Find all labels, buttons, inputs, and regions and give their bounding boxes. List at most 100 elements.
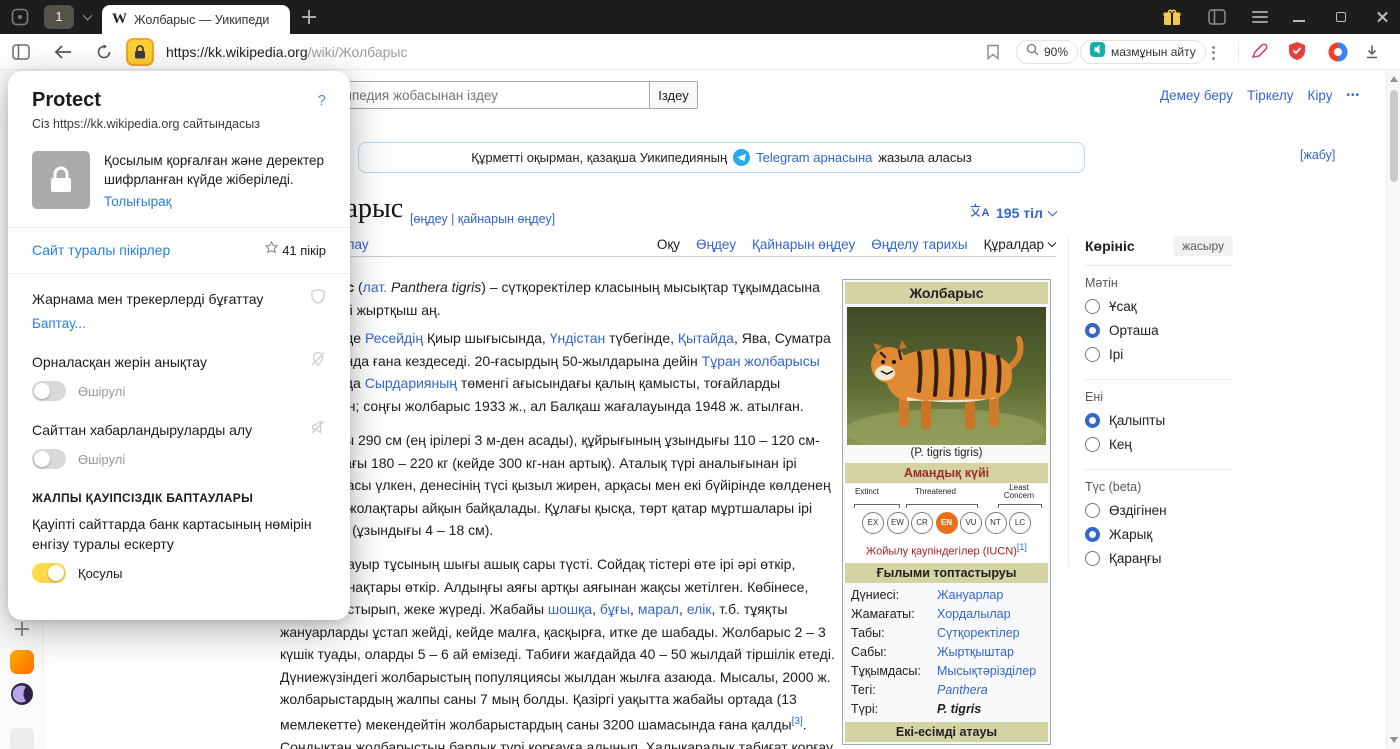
status-bracket (998, 504, 1042, 508)
download-icon[interactable] (1364, 44, 1380, 65)
text-size-option-large[interactable]: Ірі (1085, 347, 1233, 362)
taxonomy-row: Сабы: Жыртқыштар (851, 645, 1014, 660)
donate-link[interactable]: Демеу беру (1160, 88, 1233, 103)
article-paragraph: Төсі мен бауыр тұсының шығы ашық сары тү… (280, 556, 835, 749)
reviews-count: 41 пікір (282, 242, 326, 258)
bookmark-flag-icon[interactable] (986, 44, 1000, 65)
tab-edit[interactable]: Өңдеу (696, 237, 736, 252)
appearance-color-section: Түс (beta) Өздігінен Жарық Қараңғы (1085, 469, 1233, 583)
side-panels-icon[interactable] (12, 44, 30, 65)
tab-groups-icon[interactable] (10, 7, 30, 32)
divider (8, 227, 350, 228)
tab-history[interactable]: Өңделу тарихы (871, 237, 967, 252)
status-label-extinct: Extinct (855, 487, 880, 496)
conservation-graphic: Extinct Threatened Least Concern EX EW C… (845, 484, 1048, 540)
appearance-hide-button[interactable]: жасыру (1173, 236, 1233, 256)
lock-tile (32, 151, 90, 209)
color-option-dark[interactable]: Қараңғы (1085, 551, 1233, 566)
taxobox-title: Жолбарыс (845, 282, 1048, 304)
protect-site-line: Сіз https://kk.wikipedia.org сайтындасыз (32, 117, 260, 131)
notifications-disabled-icon (310, 419, 326, 440)
text-size-label: Мәтін (1085, 276, 1118, 290)
radio-icon-selected (1085, 527, 1100, 542)
adblock-title: Жарнама мен трекерлерді бұғаттау (32, 290, 264, 307)
login-link[interactable]: Кіру (1307, 88, 1332, 103)
iucn-code: EX (862, 512, 884, 534)
register-link[interactable]: Тіркелу (1247, 88, 1294, 103)
content-tabs-border (280, 256, 1056, 257)
language-selector[interactable]: A 195 тіл (970, 203, 1058, 223)
site-reviews-link[interactable]: Сайт туралы пікірлер (32, 242, 170, 258)
service-icon-purple[interactable] (10, 682, 34, 711)
article-paragraph: Дене тұрқы 290 см (ең ірілері 3 м-ден ас… (280, 432, 831, 538)
user-menu-icon[interactable]: ••• (1346, 90, 1360, 101)
iucn-code: LC (1009, 512, 1031, 534)
magnifier-icon (1026, 43, 1039, 61)
wiki-search-button[interactable]: Іздеу (649, 81, 698, 109)
url-field[interactable]: https://kk.wikipedia.org/wiki/Жолбарыс (166, 34, 407, 70)
radio-icon-selected (1085, 323, 1100, 338)
banner-close-link[interactable]: [жабу] (1300, 148, 1335, 162)
connection-secure-text: Қосылым қорғалған және деректер шифрланғ… (104, 153, 325, 187)
tab-tools[interactable]: Құралдар (984, 237, 1057, 252)
url-more-icon[interactable] (1208, 43, 1218, 62)
width-option-wide[interactable]: Кең (1085, 437, 1233, 452)
iucn-code-active: EN (935, 512, 958, 534)
maximize-button[interactable] (1332, 8, 1350, 26)
reference-1[interactable]: [1] (1017, 542, 1027, 552)
protect-details-link[interactable]: Толығырақ (104, 194, 172, 209)
active-tab[interactable]: W Жолбарыс — Уикипеди (102, 5, 290, 34)
new-tab-button[interactable] (302, 10, 316, 24)
notifications-toggle[interactable] (32, 449, 66, 469)
text-size-option-medium[interactable]: Орташа (1085, 323, 1233, 338)
color-option-auto[interactable]: Өздігінен (1085, 503, 1233, 518)
tools-chevron-icon (1047, 238, 1057, 248)
color-option-light[interactable]: Жарық (1085, 527, 1233, 542)
menu-icon[interactable] (1252, 11, 1268, 27)
back-icon[interactable] (54, 44, 72, 65)
scrollbar-thumb[interactable] (1390, 90, 1398, 182)
bank-card-toggle[interactable] (32, 563, 66, 583)
adblock-shield-icon[interactable] (1288, 41, 1306, 66)
status-caption-link[interactable]: Жойылу қаупіндегілер (IUCN) (866, 546, 1017, 558)
reload-icon[interactable] (96, 44, 112, 65)
service-icon-orange[interactable] (10, 650, 34, 674)
gift-icon[interactable] (1162, 7, 1182, 32)
taxonomy-row: Тұқымдасы: Мысықтәрізділер (851, 664, 1037, 679)
location-toggle[interactable] (32, 381, 66, 401)
lock-icon[interactable] (126, 38, 154, 66)
url-path: /wiki/Жолбарыс (307, 44, 408, 60)
tab-read[interactable]: Оқу (657, 237, 680, 252)
adblock-settings-link[interactable]: Баптау... (32, 316, 86, 331)
read-aloud-button[interactable]: мазмұнын айту (1080, 40, 1206, 64)
color-label: Түс (beta) (1085, 480, 1142, 494)
scrollbar-down-icon[interactable] (1390, 737, 1398, 743)
scrollbar[interactable] (1386, 70, 1400, 749)
tab-counter[interactable]: 1 (44, 5, 74, 29)
browser-logo-icon[interactable] (1328, 42, 1348, 67)
sidebar-add-button[interactable] (15, 622, 29, 636)
text-size-option-small[interactable]: Ұсақ (1085, 299, 1233, 314)
protect-help-link[interactable]: ? (318, 92, 326, 109)
tab-list-chevron-icon[interactable] (82, 10, 93, 21)
close-button[interactable] (1374, 8, 1392, 26)
conservation-header: Амандық күйі (845, 463, 1048, 483)
iucn-code: NT (984, 512, 1007, 534)
radio-icon (1085, 437, 1100, 452)
minimize-button[interactable] (1290, 8, 1308, 26)
iucn-status-scale: EX EW CR EN VU NT LC (845, 512, 1048, 534)
radio-icon (1085, 347, 1100, 362)
width-option-standard[interactable]: Қалыпты (1085, 413, 1233, 428)
scrollbar-up-icon[interactable] (1389, 76, 1398, 82)
wikipedia-favicon: W (112, 11, 127, 27)
notifications-state: Өшірулі (78, 451, 126, 467)
sitenotice-banner: Құрметті оқырман, қазақша Уикипедияның T… (358, 142, 1085, 173)
service-icon-partial[interactable] (10, 728, 34, 749)
taxobox: Жолбарыс (P. tigris tigris) Амандық күйі… (842, 279, 1051, 745)
banner-telegram-link[interactable]: Telegram арнасына (756, 150, 872, 165)
side-panel-icon[interactable] (1208, 9, 1226, 30)
zoom-chip[interactable]: 90% (1016, 40, 1079, 64)
title-edit-links[interactable]: [өңдеу | қайнарын өңдеу] (410, 212, 555, 226)
tab-edit-source[interactable]: Қайнарын өңдеу (752, 237, 855, 252)
pen-icon[interactable] (1250, 42, 1268, 65)
